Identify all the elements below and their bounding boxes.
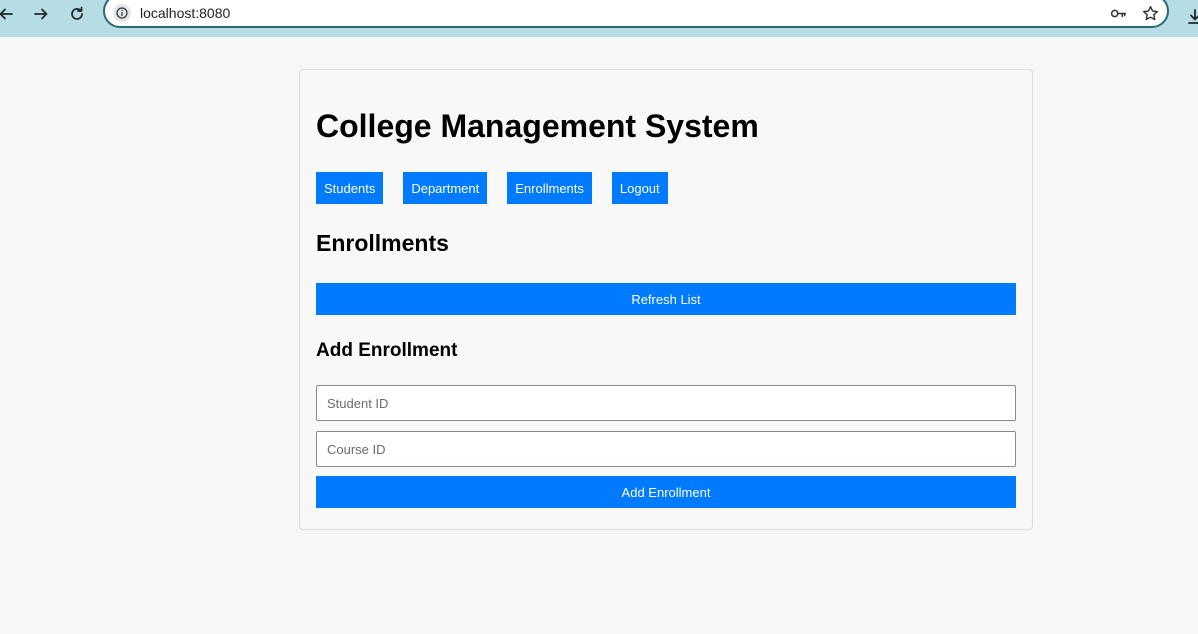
key-icon[interactable]: [1109, 4, 1127, 22]
logout-button[interactable]: Logout: [611, 172, 668, 204]
info-icon[interactable]: [113, 4, 131, 22]
students-button[interactable]: Students: [316, 172, 384, 204]
forward-arrow-icon[interactable]: [31, 4, 51, 24]
main-nav: Students Department Enrollments Logout: [316, 172, 668, 204]
add-enrollment-heading: Add Enrollment: [316, 340, 458, 361]
student-id-input[interactable]: [316, 385, 1016, 421]
refresh-list-button[interactable]: Refresh List: [316, 283, 1016, 315]
back-arrow-icon[interactable]: [0, 4, 16, 24]
course-id-input[interactable]: [316, 431, 1016, 467]
enrollments-button[interactable]: Enrollments: [507, 172, 592, 204]
enrollments-heading: Enrollments: [316, 230, 449, 256]
address-bar[interactable]: localhost:8080: [103, 0, 1169, 28]
download-icon[interactable]: [1186, 8, 1198, 26]
browser-toolbar: localhost:8080: [0, 0, 1198, 37]
url-text[interactable]: localhost:8080: [140, 5, 230, 21]
star-icon[interactable]: [1141, 4, 1159, 22]
page-title: College Management System: [316, 108, 759, 144]
department-button[interactable]: Department: [403, 172, 488, 204]
add-enrollment-button[interactable]: Add Enrollment: [316, 476, 1016, 508]
main-card: College Management System Students Depar…: [299, 69, 1033, 530]
reload-icon[interactable]: [67, 4, 87, 24]
